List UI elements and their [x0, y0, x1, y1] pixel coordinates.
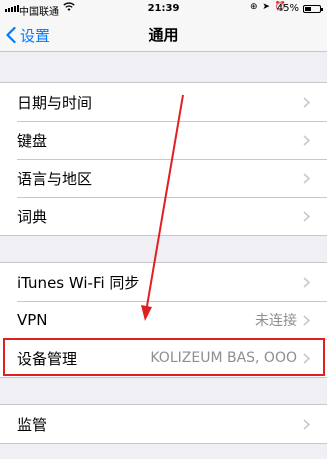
- chevron-right-icon: [303, 135, 310, 146]
- screen: 中国联通 21:39 ⊕ ➤ ⏰ 45% 设置 通用 日期与时间 键盘 语言与地…: [0, 0, 327, 459]
- row-label: 语言与地区: [17, 169, 93, 188]
- row-label: 键盘: [17, 131, 48, 150]
- orientation-lock-icon: ⊕: [249, 2, 259, 12]
- chevron-right-icon: [303, 173, 310, 184]
- page-title: 通用: [148, 26, 179, 44]
- row-language-region[interactable]: 语言与地区: [0, 159, 327, 197]
- chevron-right-icon: [303, 353, 310, 364]
- row-label: VPN: [17, 311, 48, 329]
- battery-fill: [305, 7, 312, 11]
- row-keyboard[interactable]: 键盘: [0, 121, 327, 159]
- vpn-status-value: 未连接: [255, 313, 297, 329]
- navigation-bar: 设置 通用: [0, 18, 327, 52]
- chevron-right-icon: [303, 211, 310, 222]
- chevron-right-icon: [303, 315, 310, 326]
- row-label: 日期与时间: [17, 93, 93, 112]
- row-label: 词典: [17, 207, 48, 226]
- status-bar: 中国联通 21:39 ⊕ ➤ ⏰ 45%: [0, 0, 327, 18]
- battery-icon: [303, 5, 323, 13]
- row-label: 监管: [17, 415, 48, 434]
- device-management-value: KOLIZEUM BAS, OOO: [150, 350, 297, 366]
- settings-group-2: iTunes Wi-Fi 同步 VPN 未连接 设备管理 KOLIZEUM BA…: [0, 262, 327, 378]
- location-icon: ➤: [262, 2, 271, 12]
- row-itunes-wifi-sync[interactable]: iTunes Wi-Fi 同步: [0, 263, 327, 301]
- chevron-right-icon: [303, 419, 310, 430]
- settings-group-1: 日期与时间 键盘 语言与地区 词典: [0, 82, 327, 236]
- chevron-right-icon: [303, 277, 310, 288]
- row-label: iTunes Wi-Fi 同步: [17, 273, 140, 292]
- row-supervision[interactable]: 监管: [0, 405, 327, 443]
- row-device-management[interactable]: 设备管理 KOLIZEUM BAS, OOO: [0, 339, 327, 377]
- row-date-time[interactable]: 日期与时间: [0, 83, 327, 121]
- row-vpn[interactable]: VPN 未连接: [0, 301, 327, 339]
- battery-percent: 45%: [276, 3, 299, 14]
- settings-group-3: 监管: [0, 404, 327, 444]
- row-dictionary[interactable]: 词典: [0, 197, 327, 235]
- chevron-right-icon: [303, 97, 310, 108]
- row-label: 设备管理: [17, 349, 78, 368]
